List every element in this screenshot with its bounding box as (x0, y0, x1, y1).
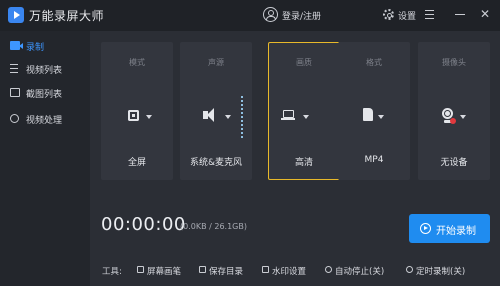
start-recording-label: 开始录制 (436, 226, 476, 237)
card-value: 全屏 (127, 158, 146, 168)
no-device-icon (450, 118, 456, 124)
watermark-icon (262, 266, 269, 273)
fullscreen-icon (128, 110, 139, 121)
sidebar-item-label: 视频处理 (26, 116, 63, 126)
app-title: 万能录屏大师 (29, 9, 105, 23)
gear-icon[interactable] (383, 9, 394, 20)
sidebar-item-screenshot-list[interactable]: 截图列表 (0, 82, 90, 104)
sidebar-item-label: 截图列表 (26, 90, 63, 100)
card-value: 系统&麦克风 (189, 158, 243, 168)
clock-icon (325, 266, 332, 273)
sidebar-item-label: 录制 (26, 43, 45, 53)
tool-label: 屏幕画笔 (147, 267, 182, 277)
chevron-down-icon[interactable] (225, 115, 231, 119)
card-title: 摄像头 (442, 58, 466, 67)
tool-label: 保存目录 (209, 267, 244, 277)
quality-card[interactable]: 画质 高清 (268, 42, 340, 180)
tool-label: 水印设置 (272, 267, 307, 277)
chevron-down-icon[interactable] (460, 115, 466, 119)
menu-icon[interactable] (425, 10, 434, 19)
title-bar: 万能录屏大师 登录/注册 设置 ✕ (0, 0, 500, 31)
mode-card[interactable]: 模式 全屏 (101, 42, 173, 180)
tool-label: 定时录制(关) (416, 267, 466, 277)
user-icon[interactable] (263, 7, 278, 22)
tools-label: 工具: (102, 267, 122, 277)
minimize-icon[interactable] (455, 14, 465, 15)
settings-button[interactable]: 设置 (398, 9, 416, 22)
card-value: 高清 (294, 157, 313, 168)
speaker-icon (203, 108, 214, 122)
video-list-icon (10, 64, 20, 73)
volume-meter (241, 96, 243, 138)
login-link[interactable]: 登录/注册 (282, 9, 321, 22)
start-recording-button[interactable]: 开始录制 (409, 214, 490, 243)
folder-icon (199, 266, 206, 273)
recording-timer: 00:00:00 (101, 214, 186, 235)
audio-source-card[interactable]: 声源 系统&麦克风 (180, 42, 252, 180)
sidebar-item-record[interactable]: 录制 (0, 35, 90, 57)
sidebar-item-video-list[interactable]: 视频列表 (0, 58, 90, 80)
sidebar: 录制 视频列表 截图列表 视频处理 (0, 31, 90, 286)
chevron-down-icon[interactable] (378, 115, 384, 119)
video-process-icon (10, 114, 19, 123)
chevron-down-icon[interactable] (303, 114, 309, 119)
video-camera-icon (10, 41, 23, 50)
chevron-down-icon[interactable] (146, 115, 152, 119)
pen-icon (137, 266, 144, 273)
card-title: 声源 (208, 58, 224, 67)
app-logo-icon (8, 7, 24, 23)
card-value: MP4 (364, 155, 384, 165)
card-value: 无设备 (440, 158, 468, 168)
tool-label: 自动停止(关) (335, 267, 385, 277)
screenshot-list-icon (10, 88, 20, 97)
sidebar-item-video-process[interactable]: 视频处理 (0, 108, 90, 130)
timer-icon (406, 266, 413, 273)
play-icon (420, 223, 431, 234)
card-title: 画质 (296, 57, 312, 67)
card-title: 模式 (129, 58, 145, 67)
format-card[interactable]: 格式 MP4 (338, 42, 410, 180)
file-icon (363, 108, 373, 121)
recording-size: (0.0KB / 26.1GB) (180, 222, 247, 231)
close-icon[interactable]: ✕ (480, 7, 490, 21)
sidebar-item-label: 视频列表 (26, 66, 63, 76)
card-title: 格式 (366, 58, 382, 67)
webcam-card[interactable]: 摄像头 无设备 (418, 42, 490, 180)
monitor-icon (280, 109, 295, 120)
